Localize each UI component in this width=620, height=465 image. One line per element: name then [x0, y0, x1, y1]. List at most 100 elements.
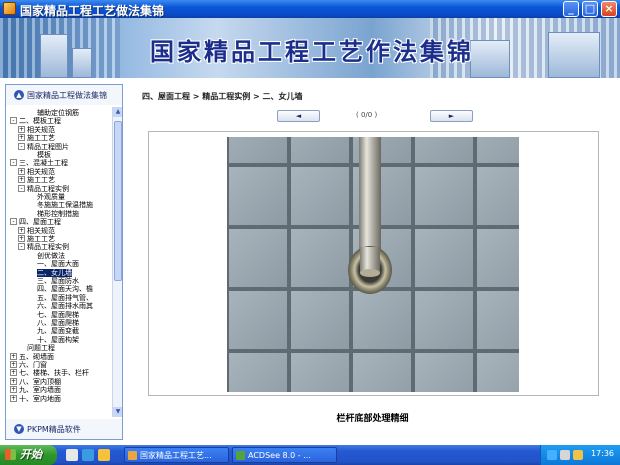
content-panel: 四、屋面工程 > 精品工程实例 > 二、女儿墙 ◄ ( 0/0 ) ► 栏杆底部… — [130, 84, 615, 440]
taskbar-button[interactable]: 国家精品工程工艺... — [124, 447, 229, 463]
expand-icon[interactable]: + — [18, 167, 25, 175]
tree-item[interactable]: - 精品工程实例 — [18, 243, 69, 251]
tree-item-label: 九、室内墙面 — [19, 386, 61, 395]
banner-building-image — [470, 40, 510, 78]
header-banner: 国家精品工程工艺作法集锦 — [0, 18, 620, 78]
title-bar[interactable]: 国家精品工程工艺做法集锦 _ □ × — [0, 0, 620, 18]
tree-item[interactable]: 梯形控制措施 — [37, 210, 79, 218]
tree-item[interactable]: + 相关规范 — [18, 125, 55, 134]
tree-item[interactable]: 冬施施工保温措施 — [37, 201, 93, 209]
tree-item-label: 七、楼梯、扶手、栏杆 — [19, 369, 89, 378]
taskbar-button-label: ACDSee 8.0 - ... — [248, 451, 311, 460]
close-button[interactable]: × — [601, 1, 617, 17]
scroll-down-arrow-icon[interactable]: ▼ — [113, 407, 122, 417]
tree-item[interactable]: + 施工工艺 — [18, 176, 55, 184]
image-navigation: ◄ ( 0/0 ) ► — [130, 110, 615, 124]
tree-item[interactable]: + 五、砌墙面 — [10, 352, 54, 361]
collapse-icon[interactable]: - — [18, 243, 25, 251]
tree-item[interactable]: + 施工工艺 — [18, 134, 55, 142]
tree-item-label: 相关规范 — [27, 167, 55, 176]
breadcrumb: 四、屋面工程 > 精品工程实例 > 二、女儿墙 — [142, 92, 303, 101]
tree-item[interactable]: 辅助定位钢筋 — [37, 109, 79, 117]
tree-item[interactable]: 七、屋面爬梯 — [37, 311, 79, 319]
tree-item[interactable]: - 精品工程实例 — [18, 184, 69, 193]
expand-icon[interactable]: + — [18, 235, 25, 242]
expand-down-icon[interactable]: ▼ — [14, 424, 24, 434]
expand-icon[interactable]: + — [10, 377, 17, 385]
window-title: 国家精品工程工艺做法集锦 — [20, 4, 165, 18]
next-button[interactable]: ► — [430, 110, 473, 122]
tree-item[interactable]: 二、女儿墙 — [37, 268, 72, 277]
folder-icon[interactable] — [98, 449, 110, 461]
tree-item[interactable]: 五、屋面排气管、 — [37, 294, 93, 302]
tree-item[interactable]: + 九、室内墙面 — [10, 386, 61, 394]
taskbar-button[interactable]: ACDSee 8.0 - ... — [232, 447, 337, 463]
tree-item[interactable]: - 四、屋面工程 — [10, 218, 61, 226]
tree-item[interactable]: 问题工程 — [27, 344, 55, 352]
taskbar: 开始 国家精品工程工艺... ACDSee 8.0 - ... 17:36 — [0, 445, 620, 465]
tree-item[interactable]: + 相关规范 — [18, 226, 55, 235]
tree-item-label: 创优做法 — [37, 251, 65, 260]
tree-item[interactable]: 一、屋面大面 — [37, 260, 79, 268]
tree-item[interactable]: - 二、模板工程 — [10, 117, 61, 125]
app-icon[interactable] — [3, 2, 16, 15]
volume-icon[interactable] — [560, 450, 570, 460]
collapse-icon[interactable]: - — [18, 184, 25, 192]
tree-footer[interactable]: ▼ PKPM精品软件 — [6, 419, 122, 439]
tree-item[interactable]: 八、屋面爬梯 — [37, 319, 79, 327]
tree-item[interactable]: + 十、室内地面 — [10, 394, 61, 403]
tree-item[interactable]: 十、屋面构架 — [37, 336, 79, 344]
tree-item[interactable]: 外观质量 — [37, 193, 65, 201]
tree-item-label: 四、屋面工程 — [19, 218, 61, 227]
collapse-up-icon[interactable]: ▲ — [14, 90, 24, 100]
tree-item[interactable]: - 精品工程图片 — [18, 142, 69, 151]
tree-item-label: 施工工艺 — [27, 134, 55, 143]
expand-icon[interactable]: + — [10, 369, 17, 377]
collapse-icon[interactable]: - — [10, 117, 17, 125]
scrollbar-thumb[interactable] — [114, 121, 122, 281]
quick-launch-icon[interactable] — [66, 449, 78, 461]
tree-item[interactable]: + 相关规范 — [18, 167, 55, 176]
tree-item[interactable]: 四、屋面天沟、檐 — [37, 285, 93, 293]
collapse-icon[interactable]: - — [18, 142, 25, 150]
maximize-button[interactable]: □ — [582, 1, 598, 17]
network-icon[interactable] — [547, 450, 557, 460]
tree-item[interactable]: 模板 — [37, 151, 51, 159]
expand-icon[interactable]: + — [10, 386, 17, 394]
windows-logo-icon — [5, 449, 16, 460]
internet-explorer-icon[interactable] — [82, 449, 94, 461]
page-indicator: ( 0/0 ) — [356, 111, 378, 119]
tree-item[interactable]: + 七、楼梯、扶手、栏杆 — [10, 369, 89, 377]
collapse-icon[interactable]: - — [10, 218, 17, 226]
tree-item[interactable]: 九、屋面变截 — [37, 327, 79, 335]
tree-view[interactable]: 辅助定位钢筋 - 二、模板工程 + 相关规范 + 施工工艺 - 精品工程图片 模板 - 三、混凝土工程… — [6, 107, 112, 417]
tree-item[interactable]: 创优做法 — [37, 252, 65, 260]
tree-item[interactable]: + 施工工艺 — [18, 235, 55, 243]
start-button[interactable]: 开始 — [0, 445, 57, 465]
photo-frame — [148, 131, 599, 396]
tree-header[interactable]: ▲ 国家精品工程做法集锦 — [6, 85, 122, 105]
tree-item[interactable]: + 八、室内顶棚 — [10, 377, 61, 386]
collapse-icon[interactable]: - — [10, 159, 17, 167]
tree-item-label: 施工工艺 — [27, 176, 55, 185]
scroll-up-arrow-icon[interactable]: ▲ — [113, 107, 122, 117]
expand-icon[interactable]: + — [10, 394, 17, 402]
tree-item[interactable]: 六、屋面排水雨其 — [37, 302, 93, 310]
expand-icon[interactable]: + — [10, 361, 17, 368]
tree-scrollbar[interactable]: ▲ ▼ — [112, 107, 122, 417]
expand-icon[interactable]: + — [18, 134, 25, 142]
tree-item[interactable]: - 三、混凝土工程 — [10, 159, 68, 167]
expand-icon[interactable]: + — [18, 125, 25, 133]
minimize-button[interactable]: _ — [563, 1, 579, 17]
expand-icon[interactable]: + — [18, 226, 25, 234]
banner-title: 国家精品工程工艺作法集锦 — [150, 38, 474, 66]
tree-item[interactable]: + 六、门窗 — [10, 361, 47, 369]
expand-icon[interactable]: + — [18, 176, 25, 184]
tree-item-label: 精品工程实例 — [27, 184, 69, 193]
tray-app-icon[interactable] — [573, 450, 583, 460]
tree-item-label: 梯形控制措施 — [37, 209, 79, 218]
tree-item[interactable]: 三、屋面防水 — [37, 277, 79, 285]
previous-button[interactable]: ◄ — [277, 110, 320, 122]
expand-icon[interactable]: + — [10, 352, 17, 360]
tree-item-label: 四、屋面天沟、檐 — [37, 285, 93, 294]
